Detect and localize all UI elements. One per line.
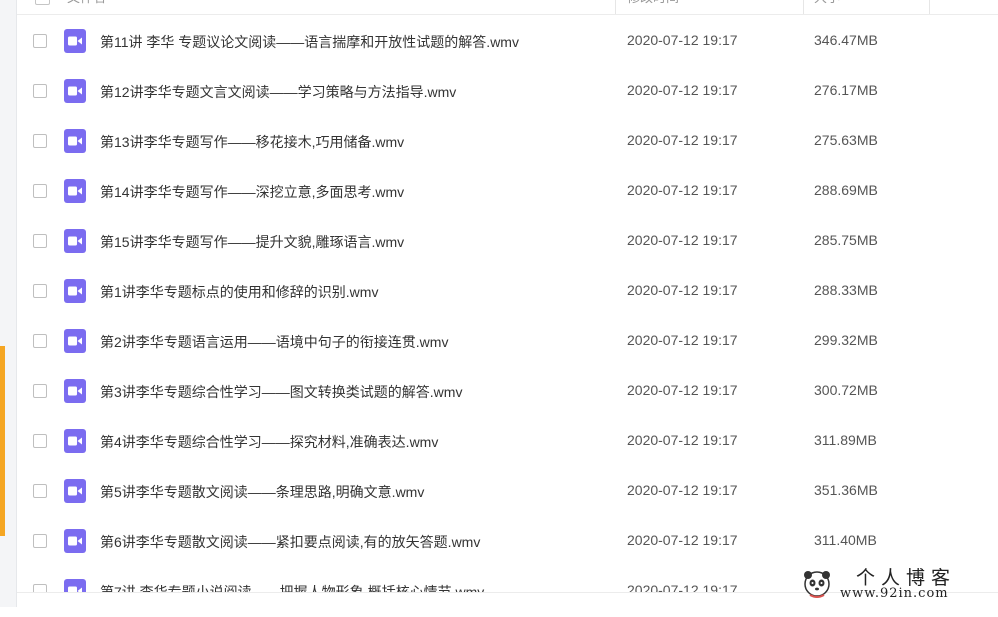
- file-modified-time: 2020-07-12 19:17: [627, 332, 738, 348]
- file-size: 351.36MB: [814, 482, 878, 498]
- left-panel-accent: [0, 346, 5, 536]
- row-checkbox[interactable]: [33, 334, 47, 348]
- row-checkbox[interactable]: [33, 184, 47, 198]
- column-header-name[interactable]: 文件名: [67, 0, 106, 14]
- file-size: 288.33MB: [814, 282, 878, 298]
- column-header-modified[interactable]: 修改时间: [627, 0, 679, 14]
- row-checkbox[interactable]: [33, 84, 47, 98]
- video-file-icon: [64, 529, 86, 553]
- video-file-icon: [64, 29, 86, 53]
- file-modified-time: 2020-07-12 19:17: [627, 532, 738, 548]
- file-modified-time: 2020-07-12 19:17: [627, 132, 738, 148]
- video-file-icon: [64, 429, 86, 453]
- file-size: 299.32MB: [814, 332, 878, 348]
- file-size: 276.17MB: [814, 82, 878, 98]
- column-divider[interactable]: [615, 0, 616, 14]
- file-modified-time: 2020-07-12 19:17: [627, 232, 738, 248]
- panda-logo-icon: [804, 571, 830, 598]
- video-file-icon: [64, 79, 86, 103]
- column-divider[interactable]: [929, 0, 930, 14]
- file-row[interactable]: 第5讲李华专题散文阅读——条理思路,明确文意.wmv 2020-07-12 19:…: [17, 467, 998, 517]
- file-name[interactable]: 第4讲李华专题综合性学习——探究材料,准确表达.wmv: [100, 432, 438, 452]
- file-size: 275.63MB: [814, 132, 878, 148]
- file-row[interactable]: 第3讲李华专题综合性学习——图文转换类试题的解答.wmv 2020-07-12 1…: [17, 367, 998, 417]
- file-row[interactable]: 第12讲李华专题文言文阅读——学习策略与方法指导.wmv 2020-07-12 1…: [17, 67, 998, 117]
- video-file-icon: [64, 479, 86, 503]
- file-size: 300.72MB: [814, 382, 878, 398]
- file-size: 288.69MB: [814, 182, 878, 198]
- file-modified-time: 2020-07-12 19:17: [627, 432, 738, 448]
- video-file-icon: [64, 279, 86, 303]
- file-name[interactable]: 第2讲李华专题语言运用——语境中句子的衔接连贯.wmv: [100, 332, 448, 352]
- column-divider[interactable]: [803, 0, 804, 14]
- video-file-icon: [64, 329, 86, 353]
- file-row[interactable]: 第4讲李华专题综合性学习——探究材料,准确表达.wmv 2020-07-12 19…: [17, 417, 998, 467]
- row-checkbox[interactable]: [33, 234, 47, 248]
- select-all-checkbox[interactable]: [35, 0, 50, 5]
- file-row[interactable]: 第13讲李华专题写作——移花接木,巧用储备.wmv 2020-07-12 19:1…: [17, 117, 998, 167]
- file-name[interactable]: 第15讲李华专题写作——提升文貌,雕琢语言.wmv: [100, 232, 404, 252]
- row-checkbox[interactable]: [33, 484, 47, 498]
- file-size: 346.47MB: [814, 32, 878, 48]
- file-size: 311.89MB: [814, 432, 877, 448]
- row-checkbox[interactable]: [33, 434, 47, 448]
- row-checkbox[interactable]: [33, 284, 47, 298]
- file-name[interactable]: 第11讲 李华 专题议论文阅读——语言揣摩和开放性试题的解答.wmv: [100, 32, 519, 52]
- file-row[interactable]: 第1讲李华专题标点的使用和修辞的识别.wmv 2020-07-12 19:17 28…: [17, 267, 998, 317]
- file-name[interactable]: 第14讲李华专题写作——深挖立意,多面思考.wmv: [100, 182, 404, 202]
- row-checkbox[interactable]: [33, 534, 47, 548]
- file-name[interactable]: 第13讲李华专题写作——移花接木,巧用储备.wmv: [100, 132, 404, 152]
- file-row[interactable]: 第2讲李华专题语言运用——语境中句子的衔接连贯.wmv 2020-07-12 19…: [17, 317, 998, 367]
- file-list-header: 文件名 修改时间 大小: [17, 0, 998, 15]
- row-checkbox[interactable]: [33, 134, 47, 148]
- file-name[interactable]: 第5讲李华专题散文阅读——条理思路,明确文意.wmv: [100, 482, 424, 502]
- file-row[interactable]: 第14讲李华专题写作——深挖立意,多面思考.wmv 2020-07-12 19:1…: [17, 167, 998, 217]
- file-modified-time: 2020-07-12 19:17: [627, 382, 738, 398]
- column-header-size[interactable]: 大小: [814, 0, 840, 14]
- file-name[interactable]: 第12讲李华专题文言文阅读——学习策略与方法指导.wmv: [100, 82, 456, 102]
- file-size: 311.40MB: [814, 532, 877, 548]
- file-name[interactable]: 第3讲李华专题综合性学习——图文转换类试题的解答.wmv: [100, 382, 462, 402]
- video-file-icon: [64, 229, 86, 253]
- file-modified-time: 2020-07-12 19:17: [627, 482, 738, 498]
- file-modified-time: 2020-07-12 19:17: [627, 82, 738, 98]
- file-list: 第11讲 李华 专题议论文阅读——语言揣摩和开放性试题的解答.wmv 2020-0…: [17, 17, 998, 617]
- video-file-icon: [64, 129, 86, 153]
- video-file-icon: [64, 179, 86, 203]
- file-row[interactable]: 第6讲李华专题散文阅读——紧扣要点阅读,有的放矢答题.wmv 2020-07-12…: [17, 517, 998, 567]
- site-watermark: 个人博客 www.92in.com: [802, 565, 992, 603]
- file-row[interactable]: 第11讲 李华 专题议论文阅读——语言揣摩和开放性试题的解答.wmv 2020-0…: [17, 17, 998, 67]
- watermark-url: www.92in.com: [840, 586, 949, 601]
- file-size: 285.75MB: [814, 232, 878, 248]
- file-row[interactable]: 第15讲李华专题写作——提升文貌,雕琢语言.wmv 2020-07-12 19:1…: [17, 217, 998, 267]
- file-modified-time: 2020-07-12 19:17: [627, 182, 738, 198]
- file-modified-time: 2020-07-12 19:17: [627, 282, 738, 298]
- row-checkbox[interactable]: [33, 384, 47, 398]
- file-name[interactable]: 第1讲李华专题标点的使用和修辞的识别.wmv: [100, 282, 378, 302]
- row-checkbox[interactable]: [33, 34, 47, 48]
- video-file-icon: [64, 379, 86, 403]
- file-name[interactable]: 第6讲李华专题散文阅读——紧扣要点阅读,有的放矢答题.wmv: [100, 532, 480, 552]
- file-modified-time: 2020-07-12 19:17: [627, 32, 738, 48]
